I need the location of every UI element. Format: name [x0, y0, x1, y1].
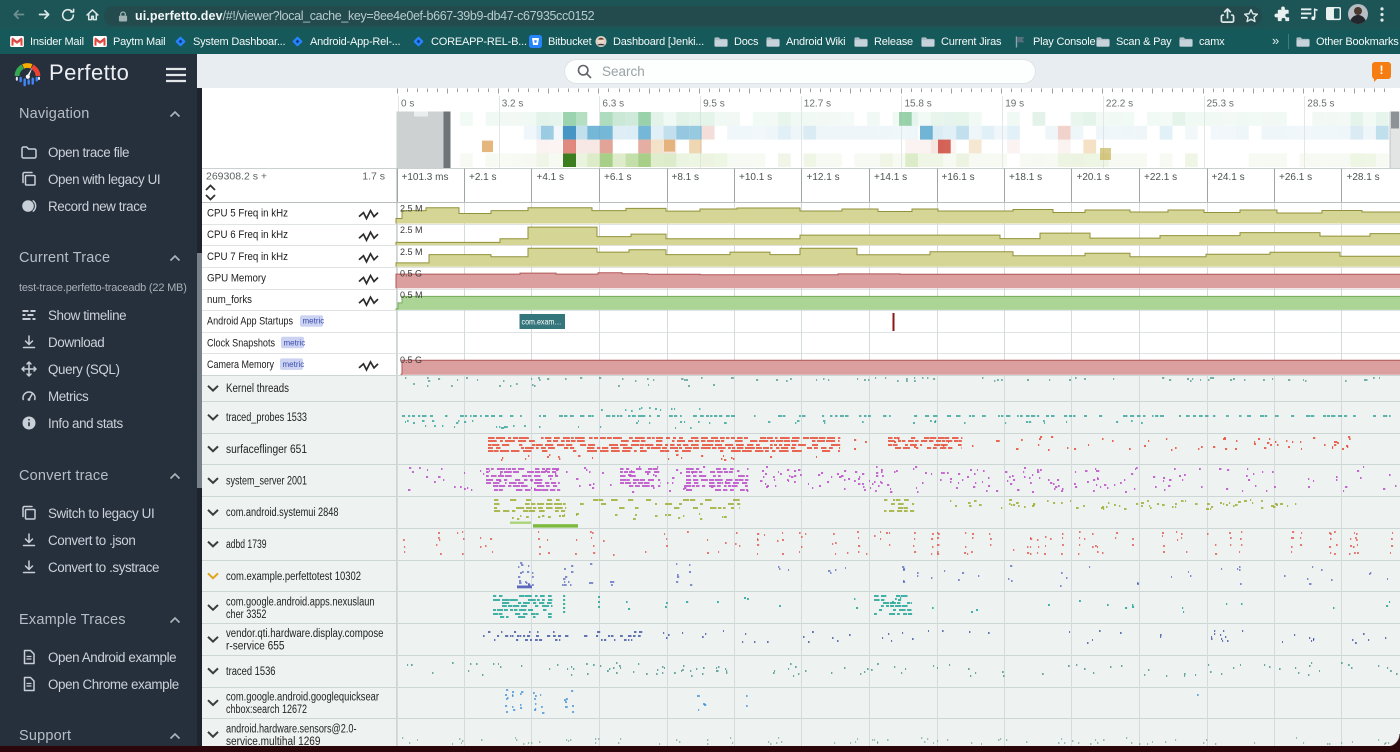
svg-text:+101.3 ms: +101.3 ms — [402, 172, 449, 183]
svg-text:Clock Snapshots: Clock Snapshots — [207, 337, 275, 349]
svg-text:r-service 655: r-service 655 — [226, 641, 285, 653]
svg-text:cher 3352: cher 3352 — [226, 609, 267, 621]
svg-text:+20.1 s: +20.1 s — [1077, 172, 1110, 183]
svg-text:Kernel threads: Kernel threads — [226, 383, 289, 395]
svg-text:metric: metric — [303, 317, 325, 326]
svg-text:2.5 M: 2.5 M — [400, 204, 423, 214]
svg-text:+22.1 s: +22.1 s — [1144, 172, 1177, 183]
svg-text:269308.2 s +: 269308.2 s + — [206, 171, 267, 183]
svg-text:metric: metric — [284, 338, 306, 347]
svg-text:+28.1 s: +28.1 s — [1347, 172, 1380, 183]
svg-text:Camera Memory: Camera Memory — [207, 359, 274, 371]
svg-text:+16.1 s: +16.1 s — [942, 172, 975, 183]
svg-text:GPU Memory: GPU Memory — [207, 273, 266, 285]
svg-text:+6.1 s: +6.1 s — [604, 172, 632, 183]
svg-text:traced 1536: traced 1536 — [226, 666, 276, 678]
svg-text:com.android.systemui 2848: com.android.systemui 2848 — [226, 507, 339, 519]
svg-text:CPU 6 Freq in kHz: CPU 6 Freq in kHz — [207, 229, 288, 241]
svg-text:0.5 M: 0.5 M — [400, 290, 423, 300]
svg-text:+24.1 s: +24.1 s — [1212, 172, 1245, 183]
svg-text:12.7 s: 12.7 s — [804, 99, 831, 110]
svg-text:com.example.perfettotest 10302: com.example.perfettotest 10302 — [226, 571, 361, 583]
svg-text:+14.1 s: +14.1 s — [874, 172, 907, 183]
svg-text:0 s: 0 s — [401, 99, 414, 110]
svg-text:com.exam…: com.exam… — [522, 317, 562, 327]
svg-text:+26.1 s: +26.1 s — [1279, 172, 1312, 183]
svg-text:+2.1 s: +2.1 s — [469, 172, 497, 183]
svg-text:19 s: 19 s — [1005, 99, 1024, 110]
svg-text:num_forks: num_forks — [207, 294, 252, 306]
svg-text:surfaceflinger 651: surfaceflinger 651 — [226, 444, 307, 456]
svg-text:metric: metric — [283, 360, 305, 369]
svg-text:+4.1 s: +4.1 s — [537, 172, 565, 183]
svg-text:6.3 s: 6.3 s — [602, 99, 624, 110]
svg-text:CPU 7 Freq in kHz: CPU 7 Freq in kHz — [207, 251, 288, 263]
svg-text:1.7 s: 1.7 s — [362, 171, 385, 183]
svg-text:com.google.android.apps.nexusl: com.google.android.apps.nexuslaun — [226, 597, 375, 609]
svg-text:+12.1 s: +12.1 s — [807, 172, 840, 183]
svg-text:3.2 s: 3.2 s — [502, 99, 524, 110]
svg-text:chbox:search 12672: chbox:search 12672 — [226, 704, 307, 716]
svg-text:25.3 s: 25.3 s — [1207, 99, 1234, 110]
svg-text:0.5 G: 0.5 G — [400, 269, 422, 279]
svg-text:0.5 G: 0.5 G — [400, 355, 422, 365]
svg-text:22.2 s: 22.2 s — [1106, 99, 1133, 110]
svg-text:com.google.android.googlequick: com.google.android.googlequicksear — [226, 692, 379, 704]
svg-text:9.5 s: 9.5 s — [703, 99, 725, 110]
svg-text:vendor.qti.hardware.display.co: vendor.qti.hardware.display.compose — [226, 628, 384, 640]
svg-text:2.5 M: 2.5 M — [400, 225, 423, 235]
svg-text:+10.1 s: +10.1 s — [739, 172, 772, 183]
svg-text:CPU 5 Freq in kHz: CPU 5 Freq in kHz — [207, 208, 288, 220]
svg-text:system_server 2001: system_server 2001 — [226, 475, 307, 487]
svg-text:Android App Startups: Android App Startups — [207, 316, 293, 328]
svg-text:traced_probes 1533: traced_probes 1533 — [226, 412, 307, 424]
svg-text:+8.1 s: +8.1 s — [672, 172, 700, 183]
svg-text:+18.1 s: +18.1 s — [1009, 172, 1042, 183]
svg-text:adbd 1739: adbd 1739 — [226, 539, 267, 551]
svg-text:15.8 s: 15.8 s — [905, 99, 932, 110]
svg-text:android.hardware.sensors@2.0-: android.hardware.sensors@2.0- — [226, 723, 357, 735]
svg-text:service.multihal 1269: service.multihal 1269 — [226, 736, 321, 746]
svg-text:28.5 s: 28.5 s — [1307, 99, 1334, 110]
svg-text:2.5 M: 2.5 M — [400, 247, 423, 257]
